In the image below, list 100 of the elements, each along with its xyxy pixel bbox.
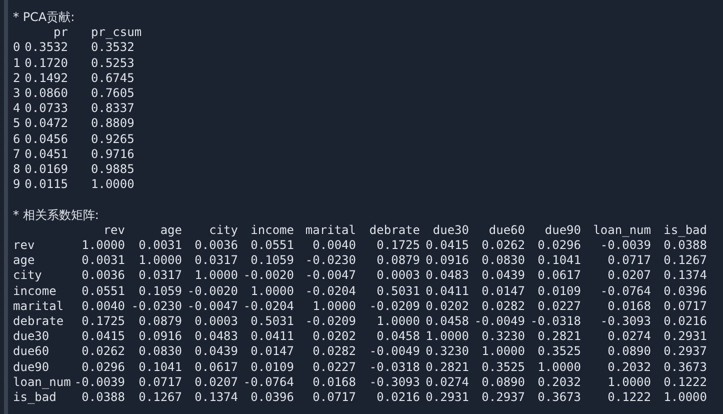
column-header: pr	[54, 25, 68, 40]
table-cell: 0.9716	[91, 146, 134, 162]
table-cell: 0.0451	[24, 146, 68, 162]
table-cell: 1.0000	[426, 329, 469, 344]
table-cell: -0.0764	[243, 374, 294, 390]
table-cell: -0.0318	[530, 314, 581, 330]
row-index: 3	[13, 86, 20, 102]
table-cell: -0.0230	[131, 298, 182, 314]
table-cell: 0.0551	[82, 284, 125, 299]
table-cell: 1.0000	[250, 284, 294, 299]
table-cell: 0.1267	[664, 253, 707, 268]
table-cell: 0.0227	[538, 298, 581, 314]
table-cell: 0.0202	[312, 329, 356, 344]
table-cell: 0.0003	[194, 314, 238, 330]
table-cell: 0.0830	[482, 253, 525, 268]
table-cell: 0.2937	[482, 390, 525, 406]
table-cell: 0.0396	[250, 390, 294, 406]
table-cell: 0.5253	[91, 56, 134, 71]
table-cell: 0.0458	[426, 314, 469, 330]
section-title: * PCA贡献:	[13, 10, 75, 26]
table-cell: 0.1374	[664, 268, 707, 284]
table-cell: 0.0317	[138, 268, 182, 284]
table-cell: 1.0000	[664, 390, 707, 406]
table-cell: 1.0000	[138, 253, 182, 268]
table-cell: 1.0000	[608, 374, 651, 390]
table-cell: 0.0202	[426, 298, 469, 314]
table-cell: 0.8809	[91, 116, 134, 132]
table-cell: 0.0916	[426, 253, 469, 268]
table-cell: 0.0388	[664, 238, 707, 254]
table-cell: 0.0274	[608, 329, 651, 344]
table-cell: 0.1492	[24, 70, 68, 86]
table-cell: 0.0216	[376, 390, 420, 406]
row-index: 0	[13, 40, 20, 56]
table-cell: 0.0227	[312, 360, 356, 375]
row-index: 5	[13, 116, 20, 132]
table-cell: 0.0169	[24, 162, 68, 178]
table-cell: 0.0036	[194, 238, 238, 254]
table-cell: 0.2931	[664, 329, 707, 344]
table-cell: -0.0318	[369, 360, 420, 375]
table-cell: 0.0483	[194, 329, 238, 344]
row-label: is_bad	[13, 390, 56, 406]
table-cell: -0.0020	[187, 284, 238, 299]
table-cell: 0.5031	[250, 314, 294, 330]
table-cell: 0.0003	[376, 268, 420, 284]
table-cell: 0.6745	[91, 70, 134, 86]
table-cell: 0.0274	[426, 374, 469, 390]
table-cell: 0.0916	[138, 329, 182, 344]
row-label: income	[13, 284, 56, 299]
table-cell: 0.0717	[664, 298, 707, 314]
table-cell: 0.0036	[82, 268, 125, 284]
row-label: due90	[13, 360, 50, 375]
row-label: due60	[13, 344, 50, 360]
table-cell: 0.0415	[426, 238, 469, 254]
table-cell: 0.2032	[608, 360, 651, 375]
table-cell: 0.2931	[426, 390, 469, 406]
table-cell: -0.0764	[600, 284, 651, 299]
column-header: due30	[432, 222, 469, 238]
table-cell: 0.0031	[138, 238, 182, 254]
table-cell: 0.0733	[24, 101, 68, 116]
row-label: city	[13, 268, 42, 284]
table-cell: 0.1059	[250, 253, 294, 268]
column-header: due90	[544, 222, 581, 238]
table-cell: 0.1059	[138, 284, 182, 299]
row-label: debrate	[13, 314, 64, 330]
table-cell: 0.0296	[538, 238, 581, 254]
column-header: income	[250, 222, 294, 238]
table-cell: 0.1720	[24, 56, 68, 71]
table-cell: 0.0830	[138, 344, 182, 360]
table-cell: 0.8337	[91, 101, 134, 116]
table-cell: 0.1041	[138, 360, 182, 375]
table-cell: 0.0890	[482, 374, 525, 390]
table-cell: 0.1041	[538, 253, 581, 268]
table-cell: 0.3525	[538, 344, 581, 360]
table-cell: 0.0617	[194, 360, 238, 375]
column-header: debrate	[369, 222, 420, 238]
column-header: is_bad	[664, 222, 707, 238]
table-cell: -0.0209	[305, 314, 356, 330]
table-cell: 0.0717	[138, 374, 182, 390]
table-cell: 1.0000	[376, 314, 420, 330]
table-cell: 1.0000	[194, 268, 238, 284]
column-header: marital	[305, 222, 356, 238]
table-cell: 0.0040	[312, 238, 356, 254]
row-label: loan_num	[13, 374, 71, 390]
table-cell: 0.0168	[312, 374, 356, 390]
row-index: 4	[13, 101, 20, 116]
column-header: pr_csum	[91, 25, 142, 40]
table-cell: 0.1222	[664, 374, 707, 390]
column-header: rev	[103, 222, 125, 238]
table-cell: 0.3230	[482, 329, 525, 344]
table-cell: 0.0860	[24, 86, 68, 102]
table-cell: 0.0483	[426, 268, 469, 284]
table-cell: -0.0020	[243, 268, 294, 284]
table-cell: 0.2032	[538, 374, 581, 390]
table-cell: 0.0207	[608, 268, 651, 284]
table-cell: 0.3525	[482, 360, 525, 375]
table-cell: 1.0000	[538, 360, 581, 375]
table-cell: 0.0207	[194, 374, 238, 390]
column-header: city	[209, 222, 238, 238]
row-index: 1	[13, 56, 20, 71]
table-cell: 0.0282	[312, 344, 356, 360]
